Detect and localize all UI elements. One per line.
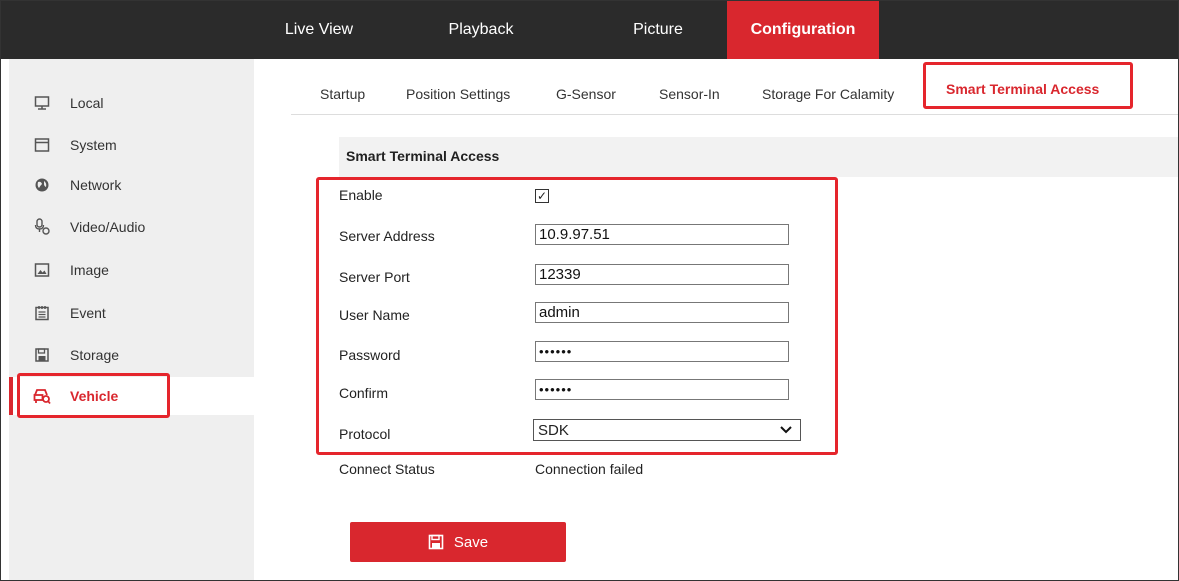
server-address-label: Server Address (339, 228, 435, 244)
save-button-label: Save (453, 533, 489, 551)
sidebar-item-label: Network (70, 177, 122, 193)
sidebar-item-video-audio[interactable]: Video/Audio (9, 208, 254, 246)
top-nav-configuration[interactable]: Configuration (727, 1, 879, 59)
sidebar-item-local[interactable]: Local (9, 84, 254, 122)
sidebar-item-label: Storage (70, 347, 120, 363)
tab-smart-terminal-access[interactable]: Smart Terminal Access (946, 59, 1099, 114)
sidebar-item-label: Local (70, 95, 104, 111)
globe-icon (33, 176, 51, 194)
top-nav-bar: Live View Playback Picture Configuration (1, 1, 1178, 59)
password-input[interactable] (535, 341, 789, 362)
sidebar-item-event[interactable]: Event (9, 294, 254, 332)
protocol-select[interactable]: SDK (533, 419, 801, 441)
sidebar-item-storage[interactable]: Storage (9, 336, 254, 374)
enable-checkbox[interactable]: ✓ (535, 189, 549, 203)
sidebar-item-label: Video/Audio (70, 219, 146, 235)
connect-status-label: Connect Status (339, 461, 435, 477)
calendar-icon (33, 304, 51, 322)
window-icon (33, 136, 51, 154)
floppy-icon (33, 346, 51, 364)
server-port-input[interactable] (535, 264, 789, 285)
enable-label: Enable (339, 187, 383, 203)
sidebar-item-network[interactable]: Network (9, 166, 254, 204)
sub-tab-bar: Startup Position Settings G-Sensor Senso… (291, 59, 1178, 115)
section-title: Smart Terminal Access (346, 148, 500, 164)
sidebar-item-vehicle[interactable]: Vehicle (9, 377, 254, 415)
tab-g-sensor[interactable]: G-Sensor (556, 59, 616, 114)
server-port-label: Server Port (339, 269, 410, 285)
tab-sensor-in[interactable]: Sensor-In (659, 59, 720, 114)
sidebar-item-label: Image (70, 262, 109, 278)
user-name-label: User Name (339, 307, 410, 323)
confirm-label: Confirm (339, 385, 389, 401)
vehicle-search-icon (33, 387, 51, 405)
server-address-input[interactable] (535, 224, 789, 245)
sidebar-item-label: System (70, 137, 117, 153)
tab-position-settings[interactable]: Position Settings (406, 59, 510, 114)
tab-startup[interactable]: Startup (320, 59, 365, 114)
protocol-label: Protocol (339, 426, 391, 442)
sidebar: Local System Network Video/Audio Image E… (9, 59, 254, 580)
microphone-icon (33, 218, 51, 236)
password-label: Password (339, 347, 401, 363)
image-icon (33, 261, 51, 279)
top-nav-live-view[interactable]: Live View (284, 1, 354, 59)
top-nav-playback[interactable]: Playback (431, 1, 531, 59)
connect-status-value: Connection failed (535, 461, 644, 477)
check-mark-icon: ✓ (536, 189, 548, 203)
top-nav-picture[interactable]: Picture (603, 1, 713, 59)
app-window: Live View Playback Picture Configuration… (0, 0, 1179, 581)
protocol-selected-value: SDK (538, 421, 569, 439)
confirm-password-input[interactable] (535, 379, 789, 400)
chevron-down-icon (780, 423, 792, 438)
sidebar-active-indicator (9, 377, 13, 415)
floppy-icon (428, 534, 444, 550)
sidebar-item-label: Vehicle (70, 388, 119, 404)
sidebar-item-image[interactable]: Image (9, 251, 254, 289)
sidebar-item-label: Event (70, 305, 106, 321)
sidebar-item-system[interactable]: System (9, 126, 254, 164)
monitor-icon (33, 94, 51, 112)
user-name-input[interactable] (535, 302, 789, 323)
tab-storage-for-calamity[interactable]: Storage For Calamity (762, 59, 894, 114)
save-button[interactable]: Save (350, 522, 566, 562)
